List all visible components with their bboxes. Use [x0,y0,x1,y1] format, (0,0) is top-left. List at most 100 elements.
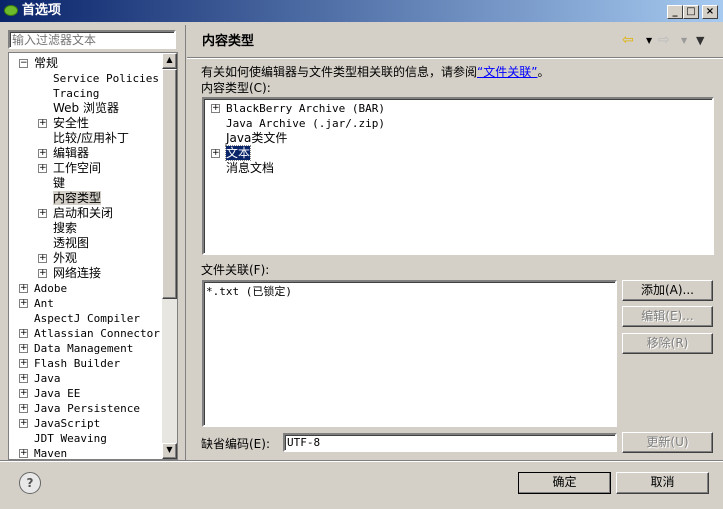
expand-icon[interactable]: + [19,344,28,353]
tree-item-label: 编辑器 [53,146,90,160]
tree-item-label: Java Persistence [34,402,140,415]
expand-icon[interactable]: + [19,419,28,428]
tree-item[interactable]: Service Policies [53,71,159,86]
update-button[interactable]: 更新(U) [622,432,713,453]
tree-item[interactable]: 文本 [224,145,252,161]
tree-item[interactable]: Atlassian Connector [34,326,160,341]
tree-item[interactable]: 安全性 [53,116,89,131]
expand-icon[interactable]: + [38,164,47,173]
expand-icon[interactable]: + [19,329,28,338]
scroll-up-icon[interactable]: ▲ [162,53,177,69]
help-icon[interactable]: ? [19,472,41,494]
app-logo-icon [4,5,18,16]
tree-item[interactable]: 搜索 [53,221,77,236]
tree-item-label: 启动和关闭 [53,206,114,220]
forward-dropdown-icon[interactable]: ▼ [681,36,687,45]
description: 有关如何使编辑器与文件类型相关联的信息，请参阅“文件关联”。 [201,63,549,80]
expand-icon[interactable]: + [19,374,28,383]
expand-icon[interactable]: + [38,149,47,158]
tree-item-label: Adobe [34,282,68,295]
tree-item-label: 网络连接 [53,266,102,280]
encoding-input[interactable] [283,433,617,452]
tree-item[interactable]: AspectJ Compiler [34,311,140,326]
tree-item[interactable]: 比较/应用补丁 [53,131,129,146]
tree-item[interactable]: Ant [34,296,54,311]
description-text: 有关如何使编辑器与文件类型相关联的信息，请参阅 [201,65,478,79]
filter-input[interactable] [8,30,176,49]
tree-item[interactable]: 消息文档 [226,161,274,176]
expand-icon[interactable]: + [19,299,28,308]
encoding-label: 缺省编码(E): [201,437,270,451]
tree-item-label: Ant [34,297,54,310]
edit-button[interactable]: 编辑(E)... [622,306,713,327]
tree-item[interactable]: Java Archive (.jar/.zip) [226,116,385,131]
tree-item-label: Maven [34,447,68,460]
tree-item-label: JavaScript [34,417,101,430]
tree-item[interactable]: Flash Builder [34,356,120,371]
tree-item[interactable]: Java [34,371,61,386]
content-types-label: 内容类型(C): [201,81,271,95]
tree-item[interactable]: 工作空间 [53,161,101,176]
remove-button[interactable]: 移除(R) [622,333,713,354]
title-bar: 首选项 [0,0,723,22]
tree-item[interactable]: Java EE [34,386,80,401]
forward-icon[interactable]: ⇨ [658,32,670,48]
expand-icon[interactable]: + [19,284,28,293]
collapse-icon[interactable]: − [19,59,28,68]
expand-icon[interactable]: + [38,209,47,218]
tree-item[interactable]: 键 [53,176,65,191]
expand-icon[interactable]: + [38,119,47,128]
view-menu-icon[interactable]: ▼ [696,34,704,47]
tree-item[interactable]: 内容类型 [53,191,102,206]
expand-icon[interactable]: + [19,449,28,458]
add-button[interactable]: 添加(A)... [622,280,713,301]
expand-icon[interactable]: + [211,104,220,113]
tree-item-label: Web 浏览器 [53,101,119,115]
file-associations-link[interactable]: “文件关联” [477,65,537,79]
maximize-button[interactable]: □ [683,5,699,19]
tree-item[interactable]: 透视图 [53,236,89,251]
tree-item[interactable]: Data Management [34,341,133,356]
tree-item[interactable]: 常规 [34,56,58,71]
expand-icon[interactable]: + [38,254,47,263]
expand-icon[interactable]: + [19,359,28,368]
page-title: 内容类型 [202,34,255,49]
tree-item-label: 消息文档 [226,161,275,175]
scrollbar[interactable]: ▲ ▼ [162,53,177,459]
scroll-down-icon[interactable]: ▼ [162,443,177,459]
expand-icon[interactable]: + [19,404,28,413]
window-title: 首选项 [22,3,62,18]
expand-icon[interactable]: + [211,149,220,158]
minimize-button[interactable]: _ [667,5,683,19]
tree-item[interactable]: Adobe [34,281,67,296]
preferences-tree: − 常规 Service Policies Tracing Web 浏览器 + 安全性 比较/… [8,52,178,460]
tree-item[interactable]: 网络连接 [53,266,101,281]
scroll-thumb[interactable] [162,69,177,299]
tree-item[interactable]: JavaScript [34,416,100,431]
tree-item-label: Java [34,372,61,385]
back-icon[interactable]: ⇦ [622,32,634,48]
back-dropdown-icon[interactable]: ▼ [646,36,652,45]
file-assoc-list[interactable]: *.txt (已锁定) [202,280,617,427]
close-button[interactable]: × [702,5,718,19]
tree-item[interactable]: Tracing [53,86,99,101]
tree-item[interactable]: JDT Weaving [34,431,107,446]
tree-item[interactable]: Java Persistence [34,401,140,416]
tree-item[interactable]: BlackBerry Archive (BAR) [226,101,385,116]
tree-item-label: 比较/应用补丁 [53,131,130,145]
expand-icon[interactable]: + [19,389,28,398]
ok-button[interactable]: 确定 [518,472,611,494]
tree-item[interactable]: Maven [34,446,68,460]
tree-item[interactable]: 编辑器 [53,146,89,161]
tree-item[interactable]: 外观 [53,251,77,266]
cancel-button[interactable]: 取消 [616,472,709,494]
tree-item-label: 透视图 [53,236,90,250]
tree-item-label: 文本 [224,145,252,161]
tree-item-label: 键 [53,176,66,190]
tree-item-label: 内容类型 [53,191,102,205]
tree-item[interactable]: Java类文件 [226,131,287,146]
tree-item[interactable]: Web 浏览器 [53,101,119,116]
tree-item[interactable]: 启动和关闭 [53,206,113,221]
list-item[interactable]: *.txt (已锁定) [204,282,615,300]
expand-icon[interactable]: + [38,269,47,278]
